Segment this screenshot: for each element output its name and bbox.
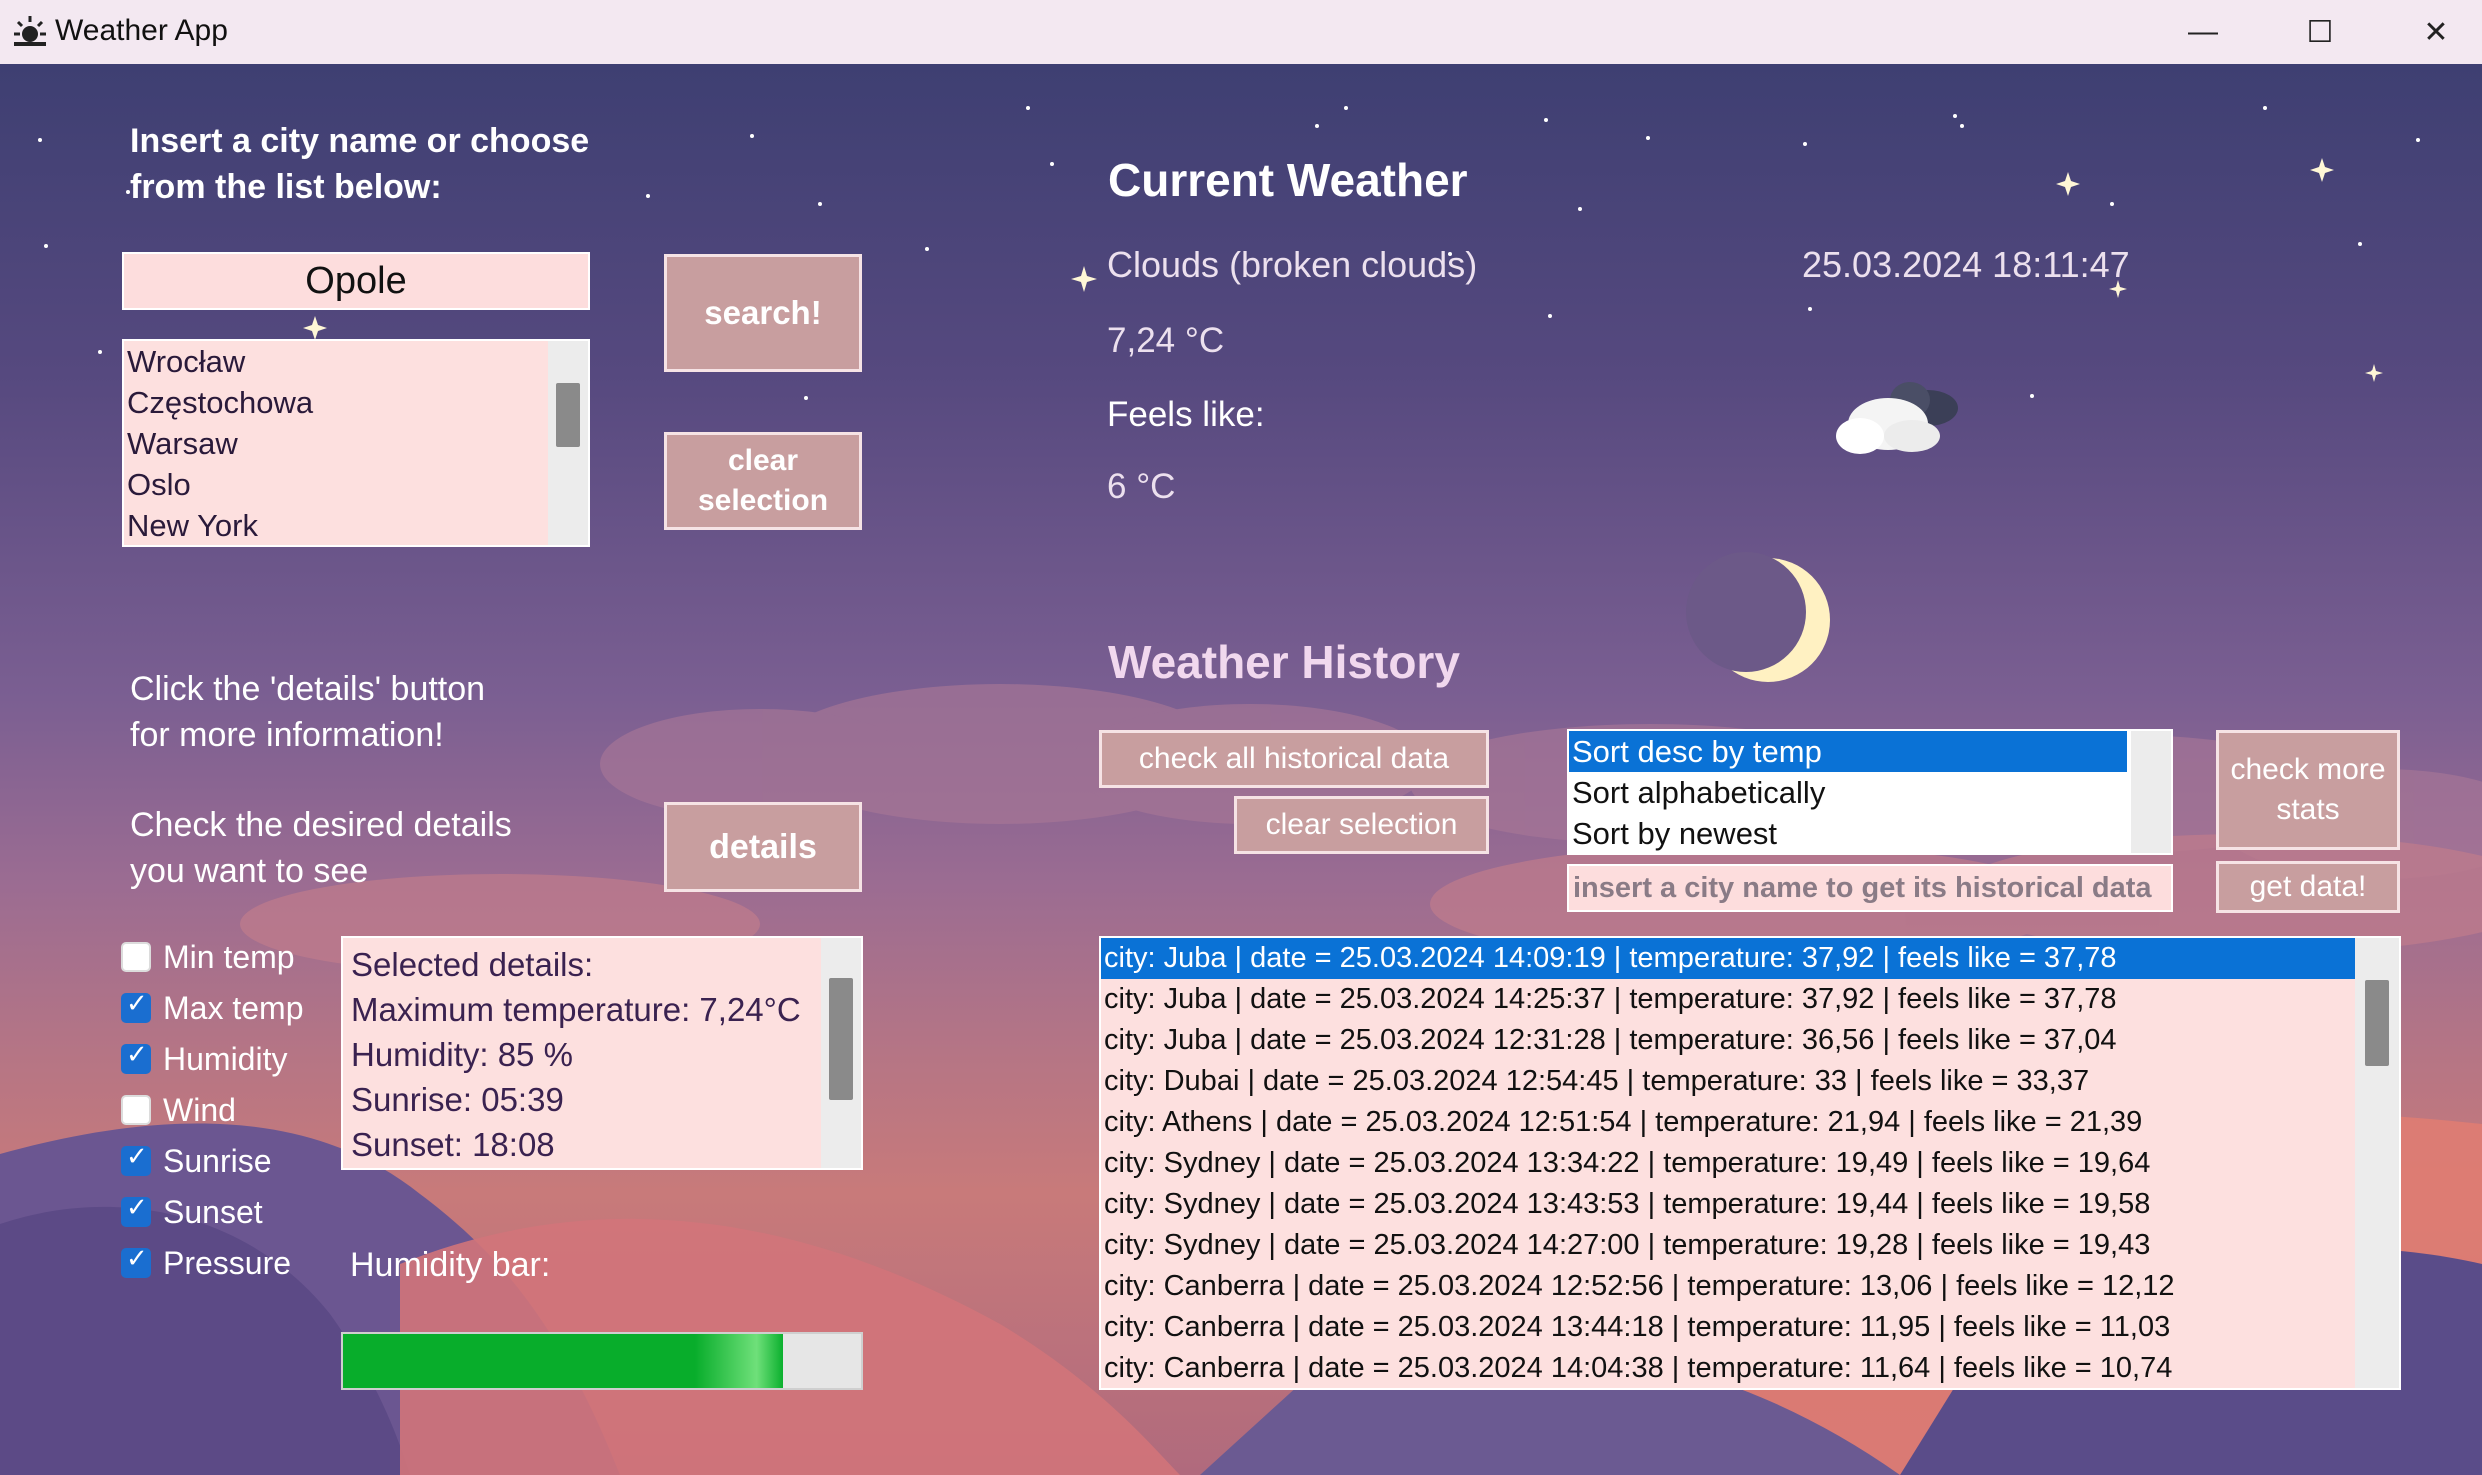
search-prompt-line1: Insert a city name or choose (130, 122, 590, 160)
weather-history-heading: Weather History (1108, 636, 1460, 688)
detail-checkbox-label[interactable]: Min temp (163, 936, 295, 978)
weather-description: Clouds (broken clouds) (1107, 244, 1478, 285)
history-city-input[interactable]: insert a city name to get its historical… (1567, 864, 2173, 912)
humidity-progress-fill (343, 1334, 784, 1388)
history-record[interactable]: city: Dubai | date = 25.03.2024 12:54:45… (1101, 1061, 2359, 1102)
current-temperature: 7,24 °C (1107, 321, 1225, 360)
detail-checkbox-label[interactable]: Wind (163, 1089, 236, 1131)
check-more-stats-line1: check more (2230, 753, 2386, 786)
detail-checkbox-label[interactable]: Max temp (163, 987, 303, 1029)
check-more-stats-line2: stats (2276, 793, 2340, 826)
selected-detail-line: Maximum temperature: 7,24°C (351, 991, 801, 1028)
check-all-historical-button[interactable]: check all historical data (1099, 730, 1489, 788)
history-clear-selection-button[interactable]: clear selection (1234, 796, 1489, 854)
feels-like-label: Feels like: (1107, 395, 1265, 434)
sort-option[interactable]: Sort by newest (1569, 813, 2127, 853)
history-record[interactable]: city: Sydney | date = 25.03.2024 13:34:2… (1101, 1143, 2359, 1184)
history-record[interactable]: city: Juba | date = 25.03.2024 12:31:28 … (1101, 1020, 2359, 1061)
window-title: Weather App (55, 14, 228, 47)
detail-checkbox[interactable] (121, 1244, 151, 1278)
history-record[interactable]: city: Canberra | date = 25.03.2024 14:04… (1101, 1348, 2359, 1388)
history-record[interactable]: city: Sydney | date = 25.03.2024 14:27:0… (1101, 1225, 2359, 1266)
selected-details-box: Selected details: Maximum temperature: 7,… (341, 936, 863, 1170)
detail-checkbox-label[interactable]: Pressure (163, 1242, 291, 1284)
detail-checkbox-label[interactable]: Humidity (163, 1038, 287, 1080)
get-data-button[interactable]: get data! (2216, 861, 2400, 913)
feels-like-value: 6 °C (1107, 467, 1176, 506)
sort-option[interactable]: Sort desc by temp (1569, 731, 2127, 772)
current-weather-heading: Current Weather (1108, 154, 1468, 206)
humidity-progress-bar (341, 1332, 863, 1390)
selected-detail-line: Sunset: 18:08 (351, 1126, 555, 1163)
history-records-list[interactable]: city: Juba | date = 25.03.2024 14:09:19 … (1099, 936, 2401, 1390)
city-input[interactable]: Opole (122, 252, 590, 310)
detail-checkbox[interactable] (121, 1193, 151, 1227)
detail-checkbox-label[interactable]: Sunrise (163, 1140, 272, 1182)
city-list-item[interactable]: Wrocław (124, 341, 588, 382)
detail-checkbox[interactable] (121, 1040, 151, 1074)
close-button[interactable]: ✕ (2378, 0, 2482, 64)
history-record[interactable]: city: Athens | date = 25.03.2024 12:51:5… (1101, 1102, 2359, 1143)
sort-option[interactable]: Sort alphabetically (1569, 772, 2127, 813)
search-prompt-line2: from the list below: (130, 168, 442, 206)
moon-icon (1686, 552, 1830, 682)
history-record[interactable]: city: Sydney | date = 25.03.2024 13:43:5… (1101, 1184, 2359, 1225)
clear-selection-line2: selection (697, 484, 829, 517)
app-content: Insert a city name or choose from the li… (0, 64, 2482, 1475)
history-record[interactable]: city: Juba | date = 25.03.2024 14:09:19 … (1101, 938, 2359, 979)
history-record[interactable]: city: Canberra | date = 25.03.2024 13:44… (1101, 1307, 2359, 1348)
selected-detail-line: Humidity: 85 % (351, 1036, 573, 1073)
details-check-line1: Check the desired details (130, 806, 512, 844)
search-button[interactable]: search! (664, 254, 862, 372)
detail-checkbox-label[interactable]: Sunset (163, 1191, 263, 1233)
history-records-scrollbar[interactable] (2355, 938, 2399, 1388)
detail-checkbox[interactable] (121, 942, 151, 972)
history-record[interactable]: city: Juba | date = 25.03.2024 14:25:37 … (1101, 979, 2359, 1020)
current-datetime: 25.03.2024 18:11:47 (1802, 244, 2130, 285)
sort-options-scrollbar[interactable] (2131, 731, 2171, 853)
clear-selection-line1: clear (727, 444, 799, 477)
minimize-button[interactable]: — (2145, 0, 2261, 64)
sun-icon (14, 16, 46, 46)
details-check-line2: you want to see (130, 852, 369, 890)
title-bar: Weather App — ☐ ✕ (0, 0, 2482, 65)
history-record[interactable]: city: Canberra | date = 25.03.2024 12:52… (1101, 1266, 2359, 1307)
city-list-item[interactable]: Częstochowa (124, 382, 588, 423)
detail-checkbox[interactable] (121, 1095, 151, 1125)
city-list-item[interactable]: New York (124, 505, 588, 545)
check-more-stats-button[interactable]: check more stats (2216, 730, 2400, 850)
city-list[interactable]: Wrocław Częstochowa Warsaw Oslo New York (122, 339, 590, 547)
details-info-line2: for more information! (130, 716, 444, 754)
selected-detail-line: Sunrise: 05:39 (351, 1081, 564, 1118)
detail-checkbox[interactable] (121, 989, 151, 1023)
cloud-moon-icon (1836, 382, 1958, 454)
detail-checkbox[interactable] (121, 1142, 151, 1176)
sort-options-list[interactable]: Sort desc by temp Sort alphabetically Sort… (1567, 729, 2173, 855)
humidity-bar-label: Humidity bar: (350, 1246, 551, 1284)
maximize-button[interactable]: ☐ (2262, 0, 2378, 64)
city-list-item[interactable]: Oslo (124, 464, 588, 505)
details-info-line1: Click the 'details' button (130, 670, 486, 708)
city-list-item[interactable]: Warsaw (124, 423, 588, 464)
city-list-scrollbar[interactable] (548, 341, 588, 545)
selected-details-scrollbar[interactable] (821, 938, 861, 1168)
clear-selection-button[interactable]: clear selection (664, 432, 862, 530)
details-button[interactable]: details (664, 802, 862, 892)
selected-detail-line: Selected details: (351, 946, 594, 983)
